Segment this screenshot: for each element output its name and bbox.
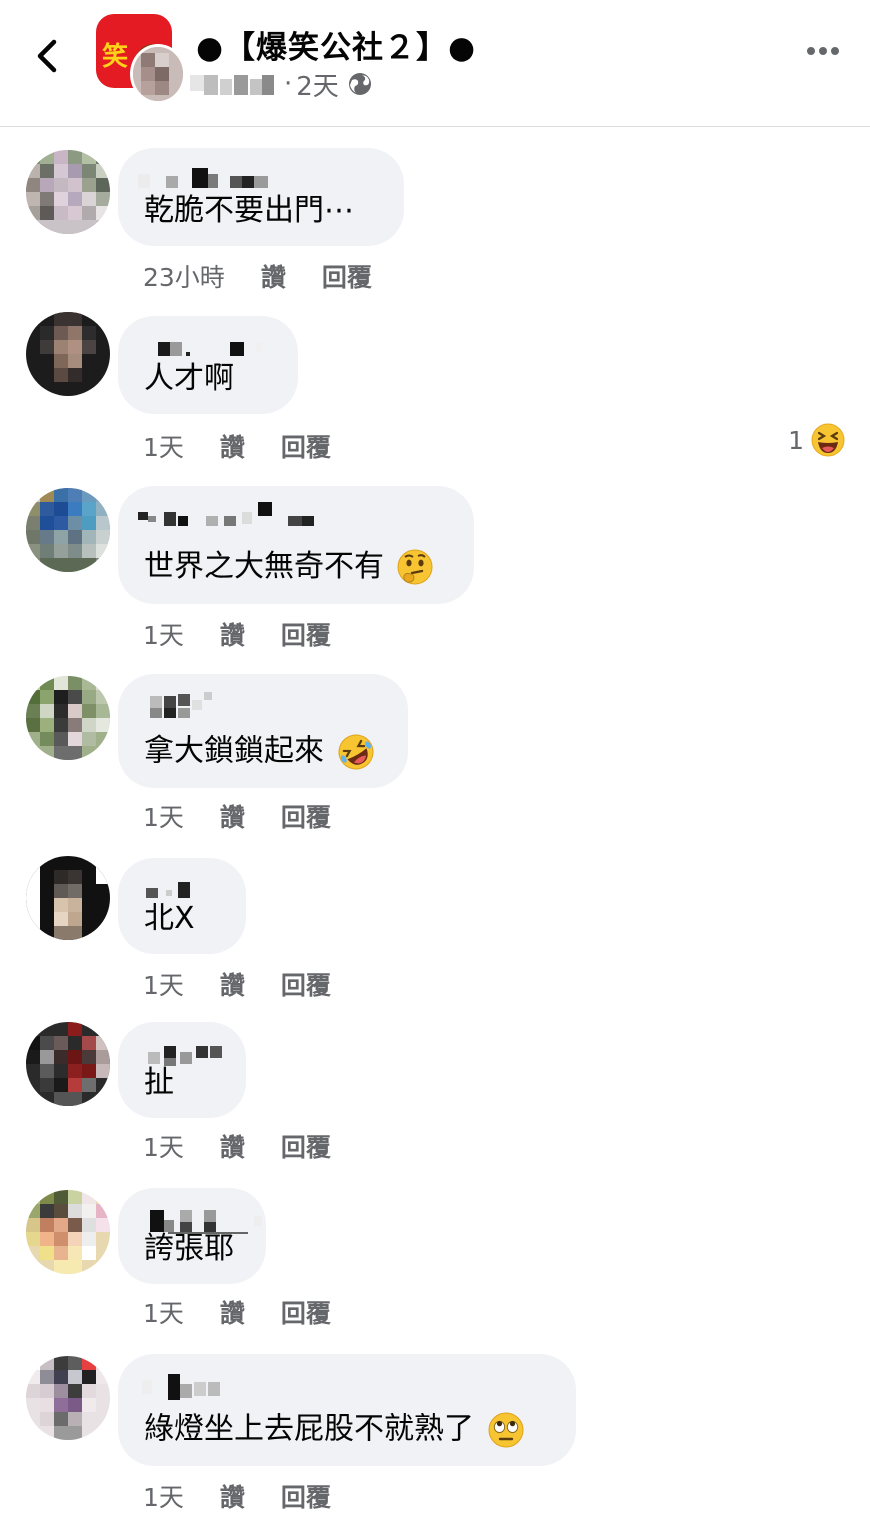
comment-bubble[interactable]: 乾脆不要出門⋯: [118, 148, 404, 246]
comment-actions: 1天 讚 回覆: [143, 966, 367, 1002]
commenter-avatar[interactable]: [26, 150, 110, 234]
comment-time[interactable]: 1天: [143, 616, 184, 652]
commenter-avatar[interactable]: [26, 1190, 110, 1274]
commenter-name-blurred[interactable]: [138, 878, 218, 900]
comment-text: 北X: [144, 901, 195, 936]
comment-actions: 1天 讚 回覆: [143, 428, 367, 464]
comment-text: 乾脆不要出門⋯: [144, 193, 354, 228]
comment-text-content: 拿大鎖鎖起來: [144, 733, 324, 769]
commenter-avatar[interactable]: [26, 856, 110, 940]
reply-button[interactable]: 回覆: [281, 428, 331, 464]
more-horizontal-icon[interactable]: [806, 44, 840, 58]
comment-bubble[interactable]: 拿大鎖鎖起來: [118, 674, 408, 788]
reaction-count: 1: [788, 425, 804, 455]
commenter-name-blurred[interactable]: [138, 502, 338, 532]
comment-time[interactable]: 1天: [143, 798, 184, 834]
comment-item: 世界之大無奇不有 1天 讚 回覆: [0, 486, 870, 656]
comment-item: 北X 1天 讚 回覆: [0, 856, 870, 1006]
comment-bubble[interactable]: 人才啊: [118, 316, 298, 414]
poster-avatar[interactable]: [130, 44, 186, 104]
comment-actions: 1天 讚 回覆: [143, 1128, 367, 1164]
commenter-name-blurred[interactable]: [138, 1374, 228, 1400]
comment-actions: 1天 讚 回覆: [143, 616, 367, 652]
commenter-avatar[interactable]: [26, 312, 110, 396]
comment-time[interactable]: 1天: [143, 1128, 184, 1164]
comment-bubble[interactable]: 世界之大無奇不有: [118, 486, 474, 604]
comment-bubble[interactable]: 扯: [118, 1022, 246, 1118]
comment-time[interactable]: 1天: [143, 1294, 184, 1330]
comment-actions: 1天 讚 回覆: [143, 798, 367, 834]
like-button[interactable]: 讚: [220, 616, 245, 652]
comment-text-content: 世界之大無奇不有: [144, 548, 384, 584]
comment-bubble[interactable]: 誇張耶: [118, 1188, 266, 1284]
comment-time[interactable]: 23小時: [143, 258, 225, 294]
comment-text-content: 綠燈坐上去屁股不就熟了: [144, 1411, 474, 1447]
commenter-avatar[interactable]: [26, 1356, 110, 1440]
reply-button[interactable]: 回覆: [322, 258, 372, 294]
reaction-summary[interactable]: 1: [788, 422, 846, 458]
like-button[interactable]: 讚: [261, 258, 286, 294]
reply-button[interactable]: 回覆: [281, 966, 331, 1002]
comment-bubble[interactable]: 北X: [118, 858, 246, 954]
like-button[interactable]: 讚: [220, 966, 245, 1002]
comment-item: 人才啊 1天 讚 回覆 1: [0, 312, 870, 472]
comment-item: 扯 1天 讚 回覆: [0, 1020, 870, 1170]
comment-item: 拿大鎖鎖起來 1天 讚 回覆: [0, 674, 870, 834]
laughing-emoji-icon: [811, 423, 845, 457]
comment-text: 世界之大無奇不有: [144, 548, 434, 587]
thinking-face-emoji-icon: [397, 549, 433, 585]
globe-icon: [348, 73, 371, 95]
chevron-left-icon[interactable]: [28, 34, 68, 78]
comment-item: 乾脆不要出門⋯ 23小時 讚 回覆: [0, 146, 870, 296]
like-button[interactable]: 讚: [220, 1128, 245, 1164]
like-button[interactable]: 讚: [220, 428, 245, 464]
comment-time[interactable]: 1天: [143, 428, 184, 464]
comment-text: 誇張耶: [144, 1231, 234, 1266]
commenter-name-blurred[interactable]: [138, 336, 268, 358]
comment-bubble[interactable]: 綠燈坐上去屁股不就熟了: [118, 1354, 576, 1466]
reply-button[interactable]: 回覆: [281, 798, 331, 834]
poster-name-blurred[interactable]: [190, 71, 276, 97]
post-time[interactable]: 2天: [296, 66, 339, 103]
reply-button[interactable]: 回覆: [281, 1128, 331, 1164]
comment-text: 扯: [144, 1065, 174, 1100]
commenter-name-blurred[interactable]: [138, 168, 278, 190]
comment-actions: 1天 讚 回覆: [143, 1294, 367, 1330]
reply-button[interactable]: 回覆: [281, 616, 331, 652]
post-meta: · 2天: [190, 66, 373, 103]
commenter-name-blurred[interactable]: [138, 1042, 238, 1066]
rolling-on-floor-laughing-emoji-icon: [338, 734, 374, 770]
reply-button[interactable]: 回覆: [281, 1294, 331, 1330]
group-name[interactable]: ●【爆笑公社２】●: [196, 22, 476, 67]
commenter-avatar[interactable]: [26, 676, 110, 760]
comment-text: 人才啊: [144, 361, 234, 396]
commenter-avatar[interactable]: [26, 488, 110, 572]
like-button[interactable]: 讚: [220, 1294, 245, 1330]
comment-item: 誇張耶 1天 讚 回覆: [0, 1186, 870, 1336]
post-header: 笑 ●【爆笑公社２】● · 2天: [0, 0, 870, 127]
commenter-name-blurred[interactable]: [138, 690, 218, 720]
like-button[interactable]: 讚: [220, 798, 245, 834]
comment-text: 綠燈坐上去屁股不就熟了: [144, 1410, 526, 1450]
comment-item: 綠燈坐上去屁股不就熟了 1天 讚 回覆: [0, 1352, 870, 1512]
comment-actions: 23小時 讚 回覆: [143, 258, 408, 294]
face-with-rolling-eyes-emoji-icon: [488, 1412, 524, 1448]
logo-text: 笑: [102, 42, 129, 72]
meta-separator: ·: [284, 69, 293, 99]
comment-text: 拿大鎖鎖起來: [144, 732, 376, 772]
comment-time[interactable]: 1天: [143, 966, 184, 1002]
commenter-avatar[interactable]: [26, 1022, 110, 1106]
